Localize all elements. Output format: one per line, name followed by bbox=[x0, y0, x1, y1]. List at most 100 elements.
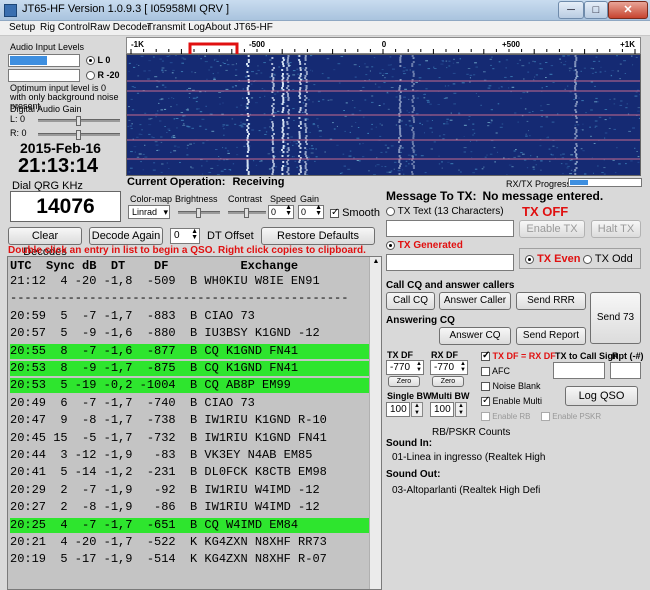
decode-row[interactable]: 20:27 2 -8 -1,9 -86 B IW1RIU W4IMD -12 bbox=[10, 500, 369, 515]
scroll-up-icon[interactable]: ▲ bbox=[371, 258, 381, 268]
menu-raw-decoder[interactable]: Raw Decoder bbox=[90, 22, 151, 33]
clear-decodes-button[interactable]: Clear Decodes bbox=[8, 227, 82, 258]
send-73-button[interactable]: Send 73 bbox=[590, 292, 641, 344]
tx-even-radio-dot[interactable] bbox=[525, 254, 534, 264]
menu-rig-control[interactable]: Rig Control bbox=[40, 22, 90, 33]
radio-r[interactable]: R -20 bbox=[86, 70, 120, 81]
enable-multi-checkbox[interactable]: Enable Multi bbox=[481, 395, 542, 407]
afc-check-icon[interactable] bbox=[481, 367, 490, 377]
menu-transmit-log[interactable]: Transmit Log bbox=[147, 22, 205, 33]
decode-row[interactable]: 21:12 4 -20 -1,8 -509 B WH0KIU W8IE EN91 bbox=[10, 274, 369, 289]
brightness-thumb[interactable] bbox=[196, 208, 201, 218]
decode-row[interactable]: 20:53 5 -19 -0,2 -1004 B CQ AB8P EM99 bbox=[10, 378, 369, 394]
rpt-input[interactable] bbox=[610, 362, 641, 379]
gain-l-thumb[interactable] bbox=[76, 116, 81, 126]
tx-odd-radio[interactable]: TX Odd bbox=[583, 253, 633, 265]
afc-checkbox[interactable]: AFC bbox=[481, 366, 510, 377]
decode-row[interactable]: 20:45 15 -5 -1,7 -732 B IW1RIU K1GND FN4… bbox=[10, 431, 369, 446]
decode-row[interactable]: 20:49 6 -7 -1,7 -740 B CIAO 73 bbox=[10, 396, 369, 411]
sound-out-value[interactable]: 03-Altoparlanti (Realtek High Defi bbox=[392, 485, 540, 496]
speed-spinner[interactable]: 0 ▲ ▼ bbox=[268, 204, 294, 219]
gain-r-thumb[interactable] bbox=[76, 130, 81, 140]
decode-row[interactable]: 20:59 5 -7 -1,7 -883 B CIAO 73 bbox=[10, 309, 369, 324]
spinner-arrows-icon[interactable]: ▲ ▼ bbox=[416, 361, 422, 373]
tx-generated-radio[interactable]: TX Generated bbox=[386, 240, 463, 251]
minimize-button[interactable]: ─ bbox=[558, 1, 584, 19]
contrast-slider[interactable] bbox=[228, 208, 266, 218]
enable-pskr-check-icon[interactable] bbox=[541, 412, 550, 422]
sound-in-value[interactable]: 01-Linea in ingresso (Realtek High bbox=[392, 452, 545, 463]
decode-row[interactable]: 20:57 5 -9 -1,6 -880 B IU3BSY K1GND -12 bbox=[10, 326, 369, 341]
send-report-button[interactable]: Send Report bbox=[516, 327, 586, 345]
enable-pskr-checkbox[interactable]: Enable PSKR bbox=[541, 412, 601, 422]
spinner-arrows-icon[interactable]: ▲ ▼ bbox=[460, 361, 466, 373]
single-bw-input[interactable]: 100 bbox=[386, 402, 410, 417]
tx-df-spinner[interactable]: -770 ▲ ▼ bbox=[386, 360, 424, 375]
decode-row[interactable]: 20:55 8 -7 -1,6 -877 B CQ K1GND FN41 bbox=[10, 343, 369, 359]
gain-spinner[interactable]: 0 ▲ ▼ bbox=[298, 204, 324, 219]
decode-row[interactable]: 20:41 5 -14 -1,2 -231 B DL0FCK K8CTB EM9… bbox=[10, 465, 369, 480]
decode-row[interactable]: 20:21 4 -20 -1,7 -522 K KG4ZXN N8XHF RR7… bbox=[10, 535, 369, 550]
menu-about[interactable]: About JT65-HF bbox=[205, 22, 273, 33]
radio-r-dot[interactable] bbox=[86, 71, 95, 81]
smooth-checkbox[interactable]: Smooth bbox=[330, 207, 380, 219]
decode-row[interactable]: 20:53 8 -9 -1,7 -875 B CQ K1GND FN41 bbox=[10, 361, 369, 376]
decode-list-scrollbar[interactable]: ▲ bbox=[369, 257, 381, 589]
tx-df-zero-button[interactable]: Zero bbox=[388, 376, 420, 387]
noise-blank-check-icon[interactable] bbox=[481, 382, 490, 392]
spinner-arrows-icon[interactable]: ▲ ▼ bbox=[285, 204, 292, 217]
txdf-eq-rxdf-checkbox[interactable]: TX DF = RX DF bbox=[481, 350, 556, 362]
close-button[interactable]: ✕ bbox=[608, 1, 648, 19]
answer-cq-button[interactable]: Answer CQ bbox=[439, 327, 511, 345]
tx-odd-radio-dot[interactable] bbox=[583, 254, 592, 264]
tx-to-call-input[interactable] bbox=[553, 362, 605, 379]
enable-tx-button[interactable]: Enable TX bbox=[519, 220, 585, 238]
decode-list[interactable]: UTC Sync dB DT DF Exchange 21:12 4 -20 -… bbox=[7, 256, 382, 590]
brightness-slider[interactable] bbox=[178, 208, 220, 218]
noise-blank-checkbox[interactable]: Noise Blank bbox=[481, 381, 541, 392]
enable-rb-checkbox[interactable]: Enable RB bbox=[481, 412, 530, 422]
radio-l[interactable]: L 0 bbox=[86, 55, 110, 66]
tx-text-input[interactable] bbox=[386, 220, 514, 237]
spinner-arrows-icon[interactable]: ▲ ▼ bbox=[455, 402, 467, 417]
smooth-check-icon[interactable] bbox=[330, 207, 339, 218]
dt-offset-spinner[interactable]: 0 ▲ ▼ bbox=[170, 228, 200, 244]
send-rrr-button[interactable]: Send RRR bbox=[516, 292, 586, 310]
decode-row[interactable]: 20:19 5 -17 -1,9 -514 K KG4ZXN N8XHF R-0… bbox=[10, 552, 369, 567]
decode-row[interactable]: 20:44 3 -12 -1,9 -83 B VK3EY N4AB EM85 bbox=[10, 448, 369, 463]
answer-caller-button[interactable]: Answer Caller bbox=[439, 292, 511, 310]
menu-setup[interactable]: Setup bbox=[9, 22, 35, 33]
log-qso-button[interactable]: Log QSO bbox=[565, 386, 638, 406]
waterfall-display[interactable] bbox=[126, 54, 641, 176]
decode-again-button[interactable]: Decode Again bbox=[89, 227, 163, 245]
multi-bw-input[interactable]: 100 bbox=[430, 402, 454, 417]
decode-row[interactable]: 20:29 2 -7 -1,9 -92 B IW1RIU W4IMD -12 bbox=[10, 483, 369, 498]
rx-df-zero-button[interactable]: Zero bbox=[432, 376, 464, 387]
rx-df-spinner[interactable]: -770 ▲ ▼ bbox=[430, 360, 468, 375]
spinner-arrows-icon[interactable]: ▲ ▼ bbox=[191, 228, 198, 241]
maximize-button[interactable]: □ bbox=[584, 1, 608, 19]
signal-trace bbox=[299, 87, 302, 89]
call-cq-button[interactable]: Call CQ bbox=[386, 292, 435, 310]
decode-row[interactable]: 20:25 4 -7 -1,7 -651 B CQ W4IMD EM84 bbox=[10, 517, 369, 533]
dial-qrg-value[interactable]: 14076 bbox=[10, 191, 121, 222]
gain-l-slider[interactable] bbox=[38, 116, 120, 126]
frequency-scale[interactable]: -1K -500 0 +500 +1K bbox=[126, 37, 641, 55]
gain-r-slider[interactable] bbox=[38, 130, 120, 140]
spinner-arrows-icon[interactable]: ▲ ▼ bbox=[411, 402, 423, 417]
enable-multi-check-icon[interactable] bbox=[481, 395, 490, 407]
tx-text-radio[interactable]: TX Text (13 Characters) bbox=[386, 206, 504, 217]
tx-generated-radio-dot[interactable] bbox=[386, 240, 395, 250]
txdf-eq-rxdf-check-icon[interactable] bbox=[481, 350, 490, 362]
tx-even-radio[interactable]: TX Even bbox=[525, 253, 580, 265]
decode-row[interactable]: ----------------------------------------… bbox=[10, 291, 369, 306]
contrast-thumb[interactable] bbox=[244, 208, 249, 218]
colormap-select[interactable]: Linrad ▾ bbox=[128, 205, 170, 219]
tx-text-radio-dot[interactable] bbox=[386, 206, 395, 216]
restore-defaults-button[interactable]: Restore Defaults bbox=[261, 227, 375, 245]
radio-l-dot[interactable] bbox=[86, 56, 95, 66]
decode-row[interactable]: 20:47 9 -8 -1,7 -738 B IW1RIU K1GND R-10 bbox=[10, 413, 369, 428]
spinner-arrows-icon[interactable]: ▲ ▼ bbox=[315, 204, 322, 217]
enable-rb-check-icon[interactable] bbox=[481, 412, 490, 422]
halt-tx-button[interactable]: Halt TX bbox=[591, 220, 641, 238]
